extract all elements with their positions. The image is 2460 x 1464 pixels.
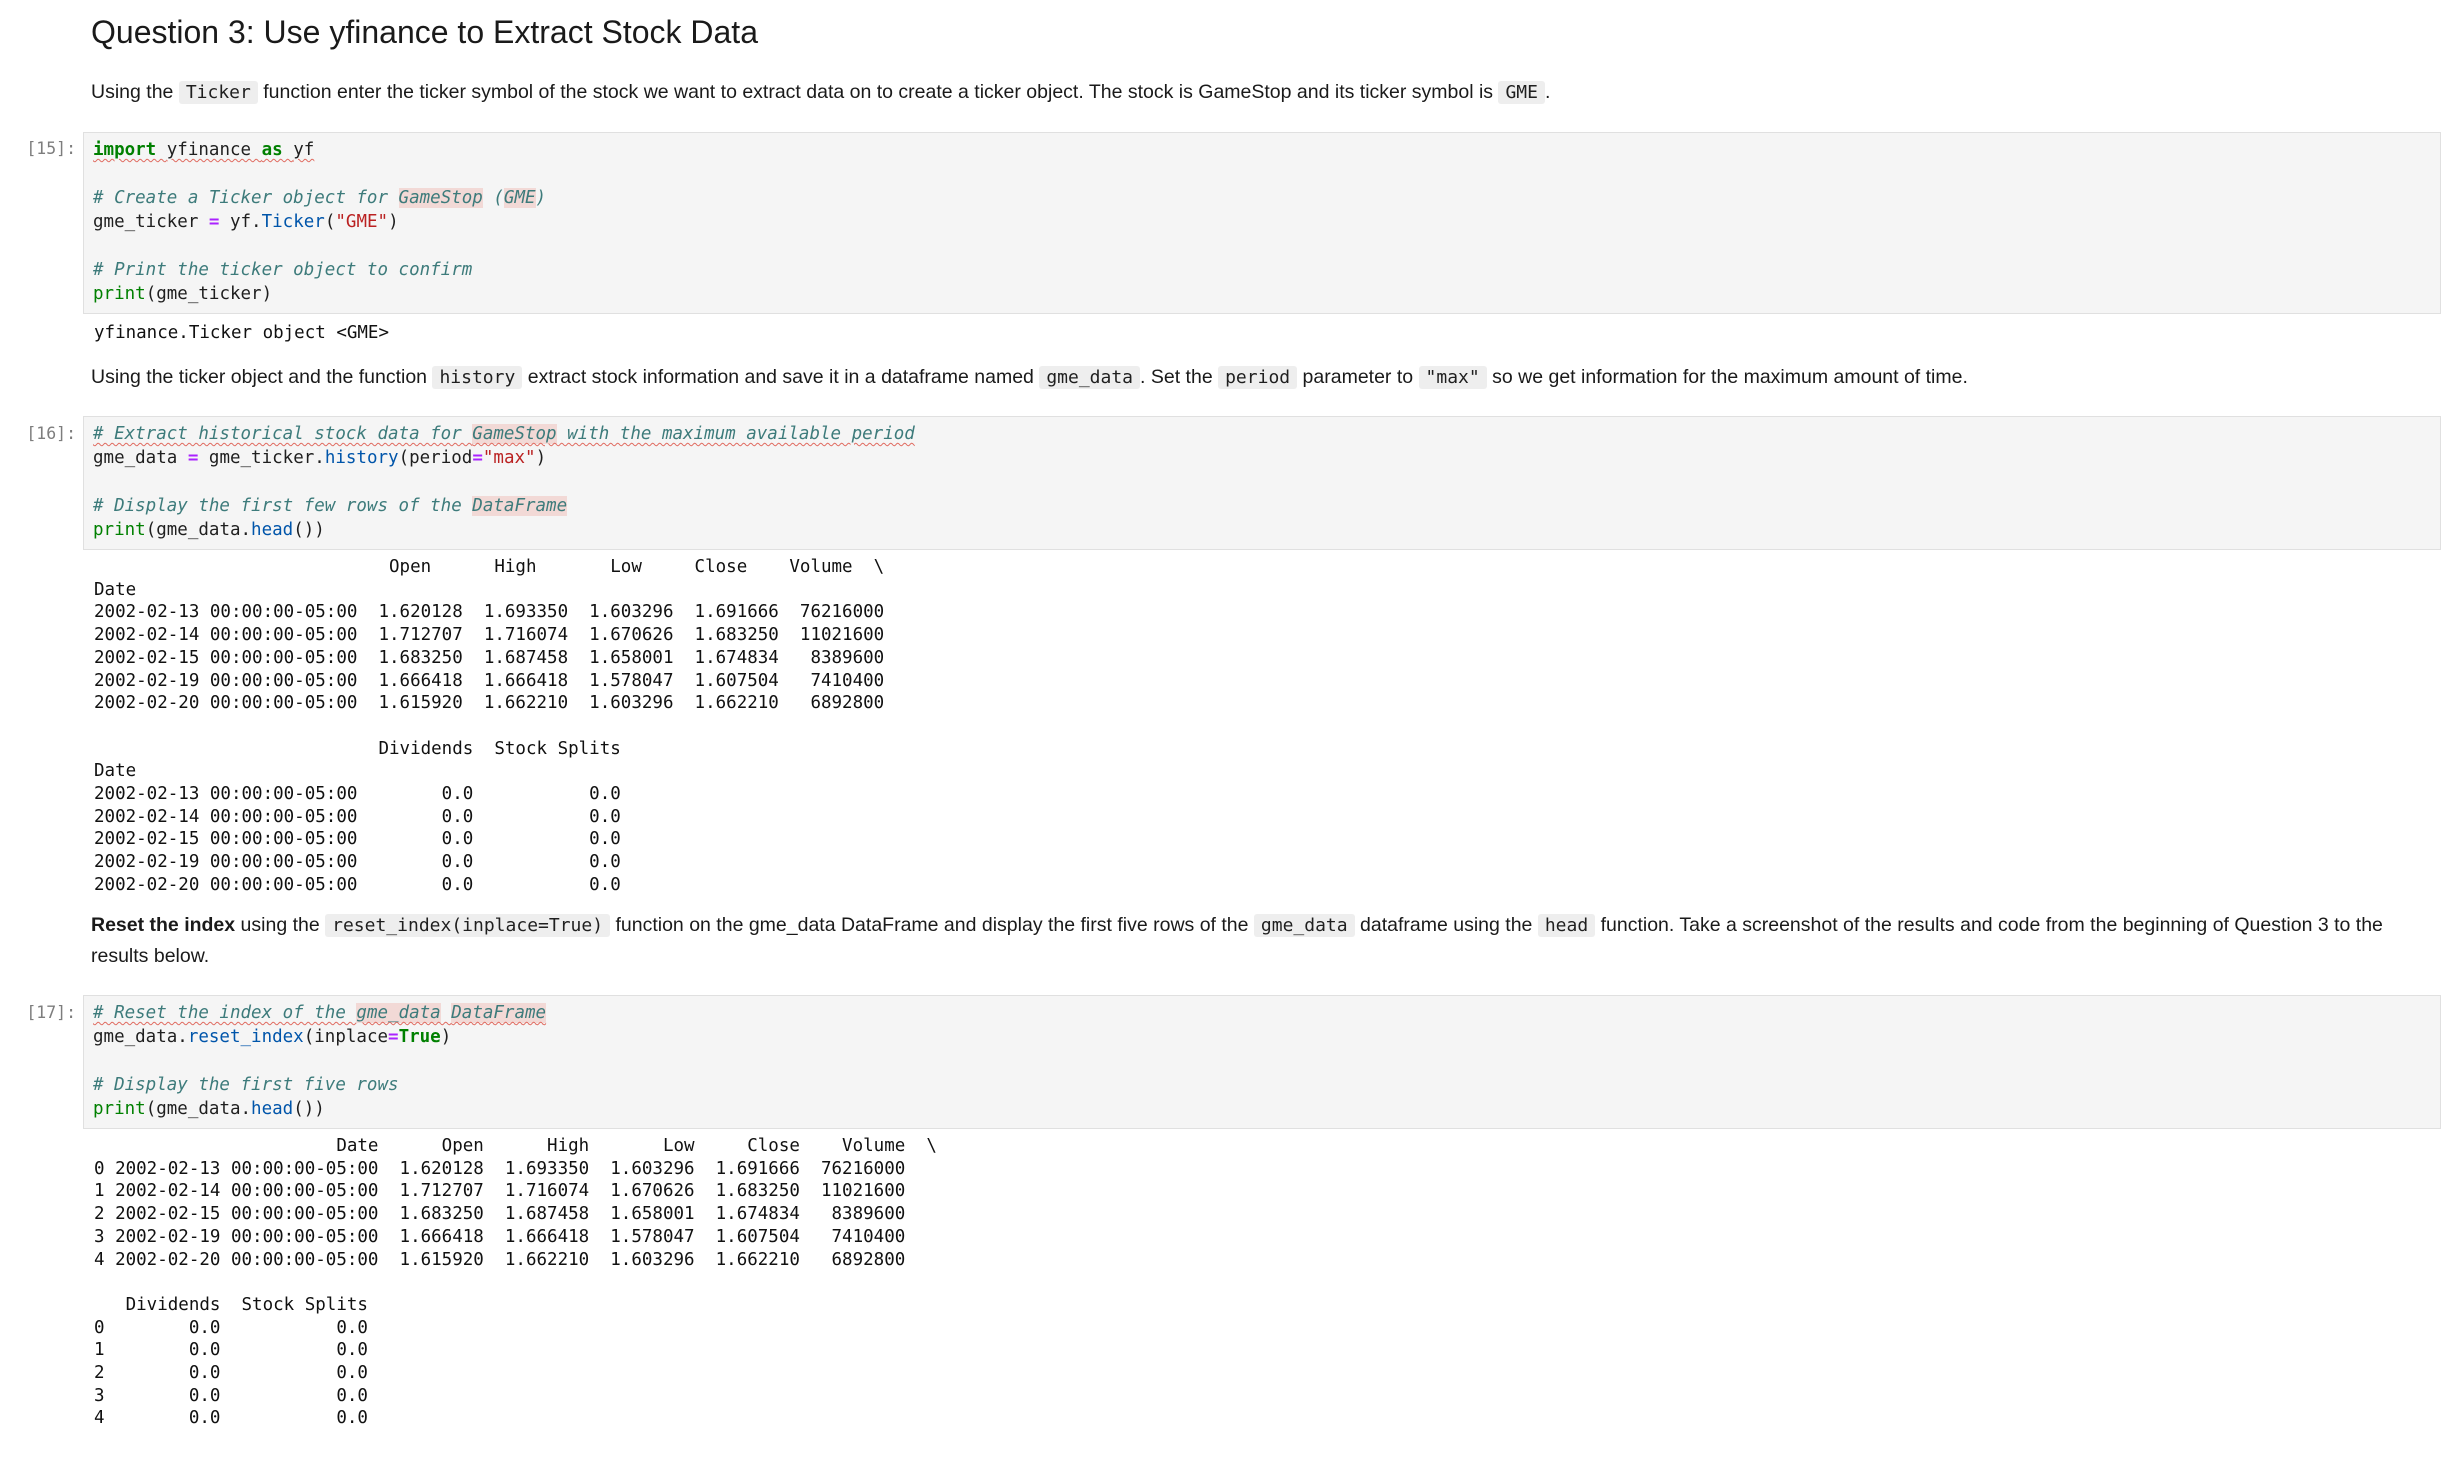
code-token: yf.	[219, 212, 262, 232]
code-token: (gme_data.	[145, 520, 252, 540]
code-string: "max"	[482, 448, 536, 468]
inline-code-ticker: Ticker	[178, 81, 258, 104]
code-comment: # Reset the index of the	[93, 1003, 357, 1023]
md-text: extract stock information and save it in…	[522, 366, 1040, 388]
code-token: )	[388, 212, 399, 232]
code-string: "GME"	[335, 212, 389, 232]
code-cell-16-source[interactable]: # Extract historical stock data for Game…	[93, 422, 915, 542]
question-heading: Question 3: Use yfinance to Extract Stoc…	[91, 14, 758, 50]
code-comment: # Extract historical stock data for	[93, 424, 473, 444]
code-comment: DataFrame	[472, 496, 568, 516]
inline-code-head: head	[1537, 914, 1596, 937]
cell-17-prompt: [17]:	[26, 1003, 76, 1022]
code-comment: GameStop	[398, 188, 483, 208]
code-token: gme_data.	[93, 1027, 188, 1047]
markdown-cell-history-instructions[interactable]: Using the ticker object and the function…	[91, 362, 1968, 393]
cell-15-output: yfinance.Ticker object <GME>	[94, 323, 390, 343]
code-token: ())	[293, 520, 325, 540]
code-comment: (	[482, 188, 504, 208]
cell-15-prompt: [15]:	[26, 139, 76, 158]
code-token: yfinance	[166, 140, 252, 160]
code-builtin: print	[93, 520, 146, 540]
md-text: function enter the ticker symbol of the …	[257, 81, 1499, 103]
md-text: parameter to	[1297, 366, 1419, 388]
md-text: dataframe using the	[1354, 914, 1538, 936]
code-cell-16[interactable]: # Extract historical stock data for Game…	[83, 416, 2441, 550]
code-operator: =	[472, 448, 483, 468]
code-cell-17-source[interactable]: # Reset the index of the gme_data DataFr…	[93, 1001, 547, 1121]
inline-code-period: period	[1218, 366, 1298, 389]
code-token: gme_data	[93, 448, 188, 468]
inline-code-history: history	[432, 366, 523, 389]
code-function: head	[251, 520, 294, 540]
inline-code-reset-index: reset_index(inplace=True)	[325, 914, 611, 937]
code-token: )	[440, 1027, 452, 1047]
cell-17-output: Date Open High Low Close Volume \ 0 2002…	[94, 1136, 937, 1429]
code-token: gme_ticker.	[198, 448, 325, 468]
md-text: .	[1544, 81, 1551, 103]
code-function: Ticker	[261, 212, 325, 232]
md-text: Using the	[91, 81, 179, 103]
code-cell-17[interactable]: # Reset the index of the gme_data DataFr…	[83, 995, 2441, 1129]
md-text: function on the gme_data DataFrame and d…	[610, 914, 1254, 936]
code-cell-15-source[interactable]: import yfinance as yf # Create a Ticker …	[93, 138, 546, 306]
cell-16-prompt: [16]:	[26, 424, 76, 443]
code-comment: GameStop	[472, 424, 557, 444]
code-keyword: True	[398, 1027, 441, 1047]
code-function: reset_index	[187, 1027, 304, 1047]
code-token: ())	[293, 1099, 325, 1119]
code-operator: =	[388, 1027, 399, 1047]
md-text: using the	[235, 914, 326, 936]
code-comment: # Display the first five rows	[93, 1075, 399, 1095]
code-token: (inplace	[303, 1027, 389, 1047]
code-comment: GME	[503, 188, 536, 208]
inline-code-gme-data: gme_data	[1039, 366, 1141, 389]
code-cell-15[interactable]: import yfinance as yf # Create a Ticker …	[83, 132, 2441, 314]
code-comment: # Display the first few rows of the	[93, 496, 473, 516]
code-operator: =	[208, 212, 220, 232]
code-builtin: print	[93, 1099, 146, 1119]
code-comment: with the maximum available period	[556, 424, 915, 444]
code-token: yf	[293, 140, 315, 160]
code-builtin: print	[93, 284, 146, 304]
code-token: (gme_ticker)	[145, 284, 273, 304]
notebook: Question 3: Use yfinance to Extract Stoc…	[0, 0, 2460, 1464]
markdown-cell-ticker-instructions[interactable]: Using the Ticker function enter the tick…	[91, 77, 1550, 108]
inline-code-gme: GME	[1498, 81, 1545, 104]
code-comment: # Print the ticker object to confirm	[93, 260, 473, 280]
code-token: (gme_data.	[145, 1099, 252, 1119]
md-text: so we get information for the maximum am…	[1486, 366, 1968, 388]
code-comment: DataFrame	[451, 1003, 547, 1023]
code-token: gme_ticker	[93, 212, 209, 232]
code-token: (	[324, 212, 336, 232]
code-token: )	[535, 448, 547, 468]
inline-code-gme-data: gme_data	[1253, 914, 1355, 937]
code-function: history	[324, 448, 399, 468]
inline-code-max: "max"	[1418, 366, 1487, 389]
markdown-cell-reset-index-instructions[interactable]: Reset the index using the reset_index(in…	[91, 910, 2421, 971]
code-comment: gme_data	[356, 1003, 441, 1023]
md-bold-text: Reset the index	[91, 914, 236, 936]
code-token: as	[261, 140, 283, 160]
code-function: head	[251, 1099, 294, 1119]
md-text: Using the ticker object and the function	[91, 366, 433, 388]
cell-16-output: Open High Low Close Volume \ Date 2002-0…	[94, 557, 885, 895]
md-text: . Set the	[1140, 366, 1219, 388]
code-comment: # Create a Ticker object for	[93, 188, 399, 208]
code-token: (period	[398, 448, 473, 468]
code-operator: =	[187, 448, 199, 468]
code-token: import	[93, 140, 157, 160]
code-comment: )	[535, 188, 547, 208]
code-comment	[441, 1003, 452, 1023]
